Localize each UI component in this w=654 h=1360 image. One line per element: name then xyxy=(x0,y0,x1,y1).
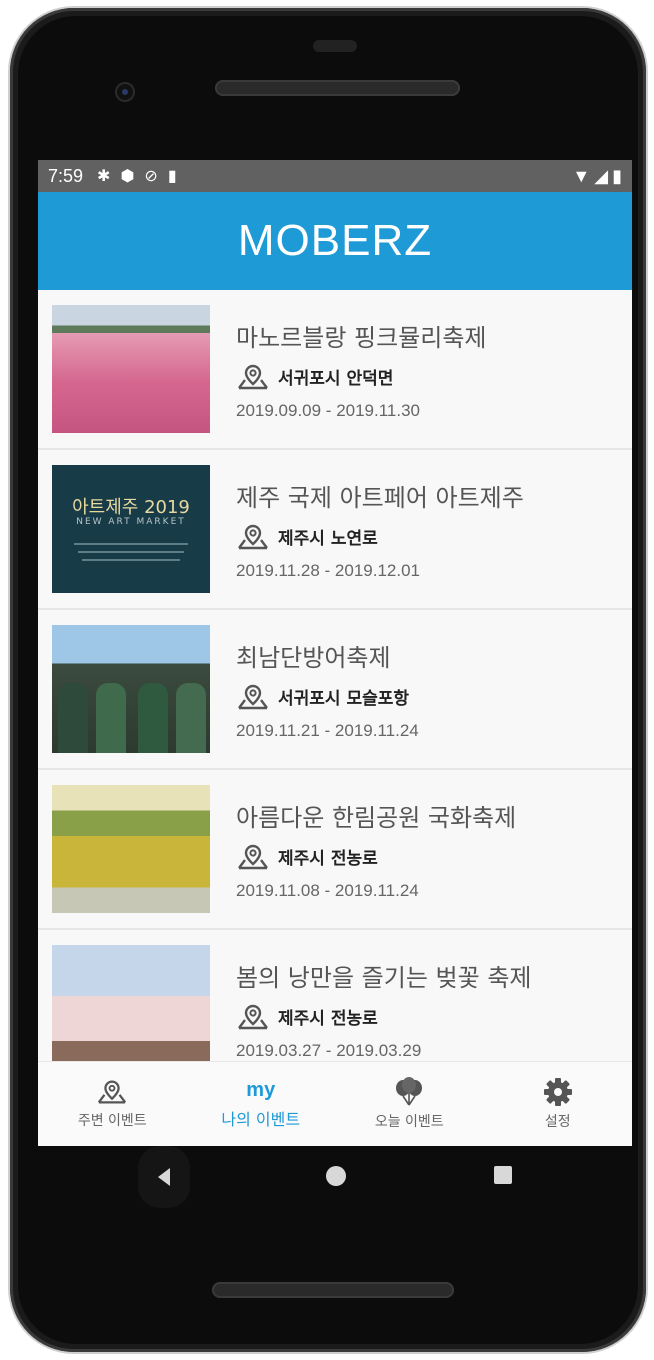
notification-icons: ✱ ⬢ ⊘ ▮ xyxy=(97,166,177,186)
location-pin-icon xyxy=(238,684,268,709)
sync-icon: ⊘ xyxy=(144,168,158,185)
event-dates: 2019.03.27 - 2019.03.29 xyxy=(236,1040,422,1060)
settings-notification-icon: ✱ xyxy=(97,168,111,185)
back-button[interactable] xyxy=(138,1146,190,1208)
location-pin-icon xyxy=(238,844,268,869)
poster-title: 아트제주 2019 xyxy=(72,497,190,518)
event-thumbnail xyxy=(52,305,210,433)
event-location: 제주시 전농로 xyxy=(278,849,378,869)
event-list-item[interactable]: 아트제주 2019 NEW ART MARKET 제주 국제 아트페어 아트제주… xyxy=(38,450,632,610)
system-icons: ▼ ◢ ▮ xyxy=(572,166,622,187)
event-location: 서귀포시 모슬포항 xyxy=(278,689,410,709)
event-thumbnail xyxy=(52,625,210,753)
bottom-navigation: 주변 이벤트 my 나의 이벤트 오늘 이벤트 설정 xyxy=(38,1061,632,1146)
nav-today-events[interactable]: 오늘 이벤트 xyxy=(335,1062,484,1146)
event-dates: 2019.11.28 - 2019.12.01 xyxy=(236,560,421,580)
bottom-speaker xyxy=(212,1282,454,1298)
sd-card-icon: ▮ xyxy=(167,168,177,185)
shield-icon: ⬢ xyxy=(120,168,135,185)
event-title: 봄의 낭만을 즐기는 벚꽃 축제 xyxy=(236,963,532,992)
nav-settings[interactable]: 설정 xyxy=(484,1062,633,1146)
nav-my-events[interactable]: my 나의 이벤트 xyxy=(187,1062,336,1146)
back-triangle-icon xyxy=(158,1168,170,1186)
nav-label: 나의 이벤트 xyxy=(221,1110,301,1129)
location-pin-icon xyxy=(238,1004,268,1029)
event-thumbnail xyxy=(52,785,210,913)
event-thumbnail: 아트제주 2019 NEW ART MARKET xyxy=(52,465,210,593)
app-screen: 7:59 ✱ ⬢ ⊘ ▮ ▼ ◢ ▮ MOBERZ 마노르블랑 핑크뮬리축제 서… xyxy=(38,160,632,1146)
event-list[interactable]: 마노르블랑 핑크뮬리축제 서귀포시 안덕면 2019.09.09 - 2019.… xyxy=(38,290,632,1062)
nav-nearby-events[interactable]: 주변 이벤트 xyxy=(38,1062,187,1146)
status-time: 7:59 xyxy=(48,165,84,186)
recent-apps-button[interactable] xyxy=(494,1166,512,1184)
system-navigation-bar xyxy=(38,1146,632,1216)
event-dates: 2019.09.09 - 2019.11.30 xyxy=(236,400,421,420)
my-icon: my xyxy=(246,1079,276,1101)
battery-icon: ▮ xyxy=(612,165,622,186)
app-title: MOBERZ xyxy=(237,216,433,265)
status-bar: 7:59 ✱ ⬢ ⊘ ▮ ▼ ◢ ▮ xyxy=(38,160,632,192)
earpiece-speaker xyxy=(215,80,460,96)
event-dates: 2019.11.21 - 2019.11.24 xyxy=(236,720,419,740)
location-pin-icon xyxy=(98,1080,127,1104)
gear-icon xyxy=(543,1078,572,1106)
nav-label: 주변 이벤트 xyxy=(77,1113,147,1129)
event-location: 서귀포시 안덕면 xyxy=(278,369,394,389)
location-pin-icon xyxy=(238,524,268,549)
sensor xyxy=(313,40,357,52)
event-title: 마노르블랑 핑크뮬리축제 xyxy=(236,323,487,352)
signal-icon: ◢ xyxy=(594,165,609,186)
event-title: 아름다운 한림공원 국화축제 xyxy=(236,803,517,832)
event-title: 제주 국제 아트페어 아트제주 xyxy=(236,483,524,512)
nav-label: 오늘 이벤트 xyxy=(374,1114,444,1130)
event-dates: 2019.11.08 - 2019.11.24 xyxy=(236,880,419,900)
event-title: 최남단방어축제 xyxy=(236,643,391,672)
event-location: 제주시 전농로 xyxy=(278,1009,378,1029)
front-camera xyxy=(115,82,135,102)
event-thumbnail xyxy=(52,945,210,1062)
balloons-icon xyxy=(396,1077,423,1106)
nav-label: 설정 xyxy=(544,1114,571,1130)
event-list-item[interactable]: 최남단방어축제 서귀포시 모슬포항 2019.11.21 - 2019.11.2… xyxy=(38,610,632,770)
home-button[interactable] xyxy=(326,1166,346,1186)
event-list-item[interactable]: 마노르블랑 핑크뮬리축제 서귀포시 안덕면 2019.09.09 - 2019.… xyxy=(38,290,632,450)
event-list-item[interactable]: 봄의 낭만을 즐기는 벚꽃 축제 제주시 전농로 2019.03.27 - 20… xyxy=(38,930,632,1062)
location-pin-icon xyxy=(238,364,268,389)
poster-subtitle: NEW ART MARKET xyxy=(76,517,186,527)
app-bar: MOBERZ xyxy=(38,192,632,290)
wifi-icon: ▼ xyxy=(572,165,591,186)
event-location: 제주시 노연로 xyxy=(278,529,378,549)
event-list-item[interactable]: 아름다운 한림공원 국화축제 제주시 전농로 2019.11.08 - 2019… xyxy=(38,770,632,930)
